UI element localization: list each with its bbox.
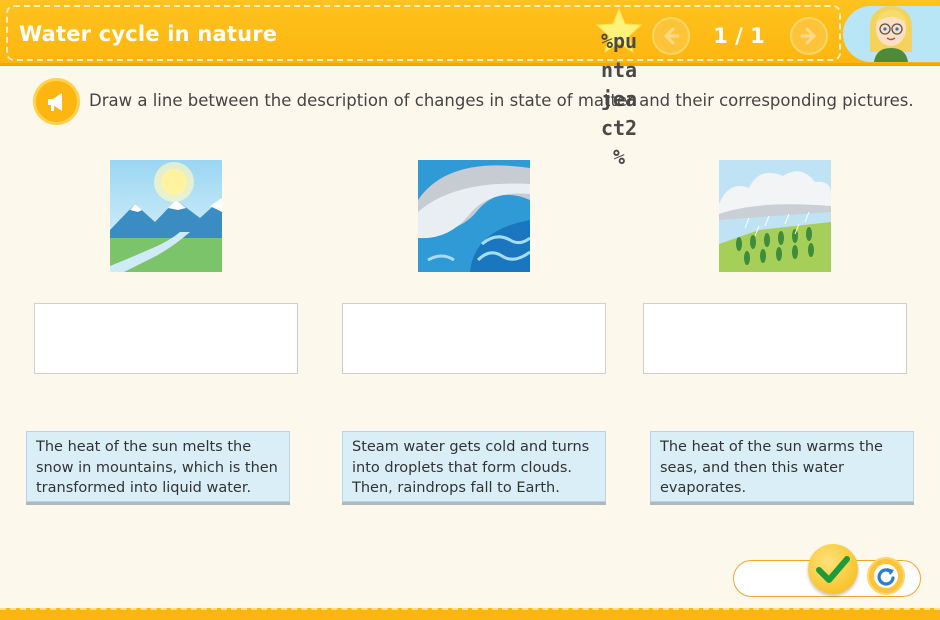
drop-zone-1[interactable] bbox=[34, 303, 298, 374]
rain-fields-image bbox=[719, 160, 831, 272]
blonde-girl-avatar-icon bbox=[869, 6, 913, 62]
next-button[interactable] bbox=[790, 17, 828, 55]
audio-instruction-button[interactable] bbox=[33, 78, 80, 125]
instruction-text: Draw a line between the description of c… bbox=[89, 91, 914, 110]
description-card-evaporation[interactable]: The heat of the sun warms the seas, and … bbox=[650, 431, 914, 502]
drop-zone-2[interactable] bbox=[342, 303, 606, 374]
arrow-right-icon bbox=[800, 27, 816, 45]
previous-button[interactable] bbox=[652, 17, 690, 55]
header-bar: Water cycle in nature %puntajeact2% 1 / … bbox=[0, 0, 940, 169]
picture-rain-fields[interactable] bbox=[719, 160, 831, 272]
check-answer-button[interactable] bbox=[808, 544, 858, 594]
picture-sun-mountains[interactable] bbox=[110, 160, 222, 272]
retry-button[interactable] bbox=[867, 557, 905, 595]
description-card-melting[interactable]: The heat of the sun melts the snow in mo… bbox=[26, 431, 290, 502]
page-title: Water cycle in nature bbox=[19, 22, 278, 46]
sun-mountains-image bbox=[110, 160, 222, 272]
ocean-waves-image bbox=[418, 160, 530, 272]
page-counter: 1 / 1 bbox=[713, 24, 765, 48]
picture-ocean-waves[interactable] bbox=[418, 160, 530, 272]
retry-icon bbox=[874, 564, 898, 588]
megaphone-icon bbox=[47, 92, 62, 111]
checkmark-icon bbox=[816, 556, 850, 583]
footer-bar bbox=[0, 608, 940, 620]
arrow-left-icon bbox=[664, 27, 680, 45]
description-card-condensation[interactable]: Steam water gets cold and turns into dro… bbox=[342, 431, 606, 502]
drop-zone-3[interactable] bbox=[643, 303, 907, 374]
